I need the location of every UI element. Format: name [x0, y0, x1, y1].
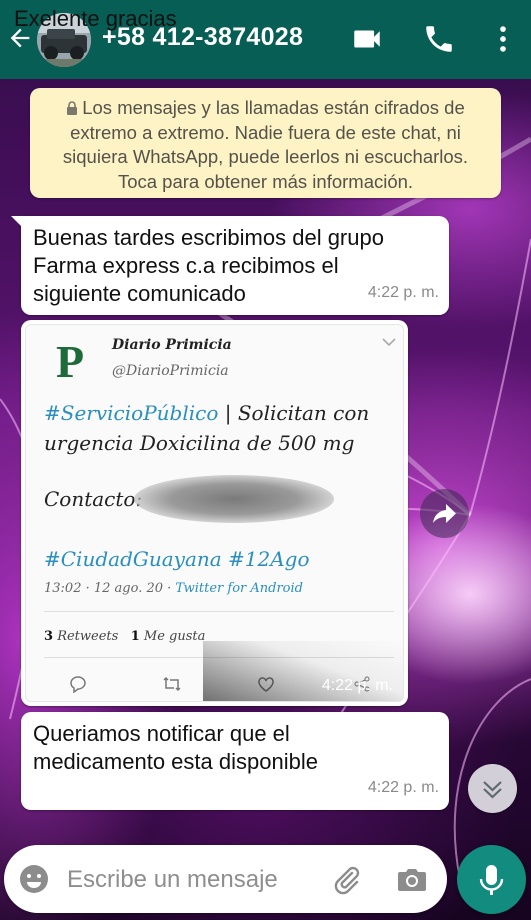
emoji-icon[interactable] — [18, 863, 50, 895]
tweet-text: | Solicitan con — [218, 401, 370, 425]
notice-line: Los mensajes y las llamadas están cifrad… — [44, 96, 487, 121]
tweet-hashtag: #ServicioPúblico — [44, 401, 219, 425]
tweet-text-line: #ServicioPúblico | Solicitan con — [44, 401, 369, 425]
tweet-author-handle: @DiarioPrimicia — [112, 363, 229, 379]
message-time: 4:22 p. m. — [367, 284, 439, 301]
like-count: 1 — [130, 629, 140, 644]
tweet-screenshot-image[interactable]: P Diario Primicia @DiarioPrimicia #Servi… — [25, 324, 404, 702]
redacted-phone-blur — [134, 475, 334, 523]
tweet-author-name: Diario Primicia — [112, 337, 232, 353]
tweet-source: Twitter for Android — [175, 581, 303, 596]
double-chevron-down-icon — [483, 781, 502, 799]
divider — [44, 611, 394, 612]
notice-line: extremo a extremo. Nadie fuera de este c… — [70, 121, 461, 143]
encryption-notice[interactable]: Los mensajes y las llamadas están cifrad… — [30, 88, 501, 198]
paperclip-icon[interactable] — [330, 863, 362, 895]
forward-button[interactable] — [420, 489, 469, 538]
scroll-to-bottom-button[interactable] — [468, 764, 517, 813]
retweet-icon — [163, 676, 181, 692]
message-time: 4:22 p. m. — [367, 779, 439, 796]
tweet-logo: P — [56, 336, 85, 387]
microphone-icon — [479, 865, 504, 895]
notice-line: siquiera WhatsApp, puede leerlos ni escu… — [62, 146, 469, 167]
video-call-icon[interactable] — [350, 22, 384, 56]
message-line: medicamento esta disponible — [33, 749, 318, 774]
tweet-meta: 13:02 · 12 ago. 20 · Twitter for Android — [44, 581, 303, 596]
chevron-down-icon — [382, 338, 396, 347]
message-input[interactable]: Escribe un mensaje — [67, 866, 278, 894]
message-composer[interactable]: Escribe un mensaje — [4, 845, 447, 913]
tweet-timestamp: 13:02 · 12 ago. 20 · — [44, 581, 176, 596]
retweet-label: Retweets — [57, 629, 119, 644]
like-label: Me gusta — [143, 629, 206, 644]
incoming-message[interactable]: Buenas tardes escribimos del grupo Farma… — [11, 216, 449, 315]
voice-message-button[interactable] — [457, 845, 526, 914]
message-line: Farma express c.a recibimos el — [33, 253, 339, 278]
tweet-text-line: urgencia Doxicilina de 500 mg — [44, 431, 355, 455]
reply-icon — [70, 676, 86, 693]
message-line: Queriamos notificar que el — [33, 721, 290, 746]
notice-line: Toca para obtener más información. — [117, 170, 414, 192]
phone-icon[interactable] — [422, 22, 456, 56]
forward-arrow-icon — [433, 504, 456, 523]
incoming-message[interactable]: Queriamos notificar que el medicamento e… — [21, 712, 449, 810]
bubble-tail — [11, 216, 23, 228]
tweet-stats: 3 Retweets 1 Me gusta — [44, 629, 205, 644]
incoming-image-message[interactable]: P Diario Primicia @DiarioPrimicia #Servi… — [21, 320, 408, 706]
message-time: 4:22 p. m. — [321, 677, 393, 694]
camera-icon[interactable] — [396, 864, 428, 894]
message-line: Buenas tardes escribimos del grupo — [33, 225, 384, 250]
lock-icon — [67, 101, 78, 115]
retweet-count: 3 — [44, 629, 54, 644]
tweet-hashtags: #CiudadGuayana #12Ago — [44, 547, 310, 571]
message-text: Exelente gracias — [14, 6, 177, 31]
tweet-contact-label: Contacto: — [44, 487, 143, 511]
more-vert-icon[interactable] — [486, 22, 520, 56]
